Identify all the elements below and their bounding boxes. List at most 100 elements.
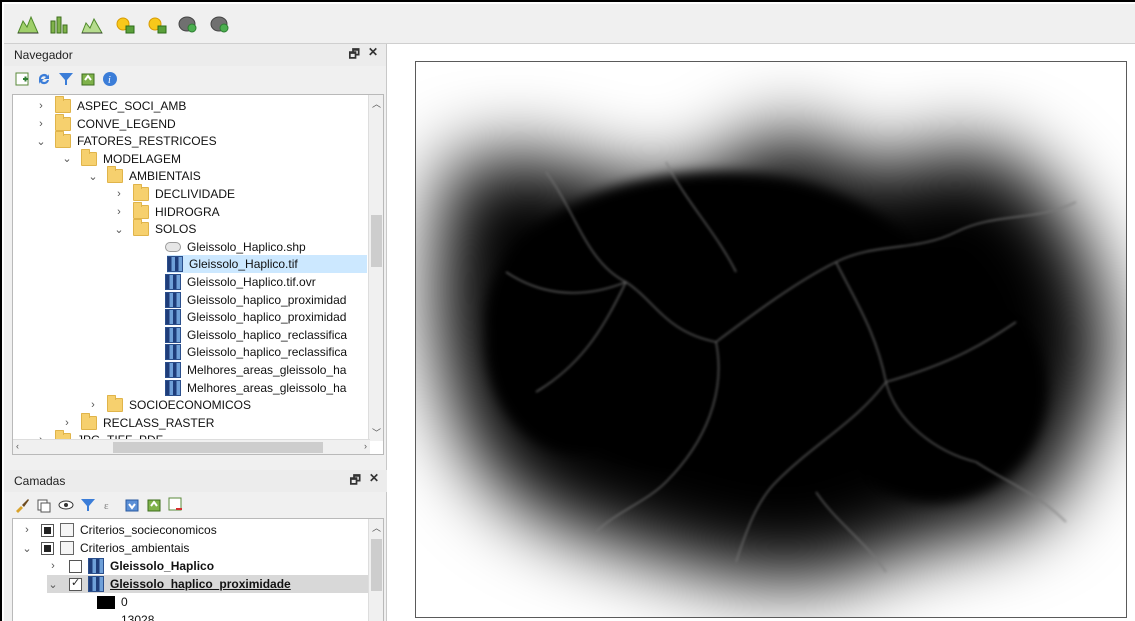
map-frame[interactable] (415, 61, 1127, 618)
collapsed-arrow-icon[interactable]: › (47, 560, 59, 572)
info-icon[interactable]: i (102, 71, 118, 87)
gear-cloud-icon[interactable] (174, 10, 202, 38)
collapsed-arrow-icon[interactable]: › (35, 100, 47, 112)
float-panel-button[interactable]: 🗗 (349, 45, 360, 66)
raster-layer-icon (88, 558, 104, 574)
expanded-arrow-icon[interactable]: ⌄ (47, 578, 59, 591)
browser-item[interactable]: Gleissolo_Haplico.shp (139, 238, 306, 256)
browser-item[interactable]: Gleissolo_haplico_reclassifica (139, 326, 347, 344)
layer-group-icon (60, 523, 74, 537)
browser-item-label: CONVE_LEGEND (77, 116, 176, 131)
legend-min-value: 0 (121, 595, 128, 609)
collapse-all-icon[interactable] (146, 497, 162, 513)
layer-checkbox[interactable] (69, 559, 82, 573)
browser-item[interactable]: › ASPEC_SOCI_AMB (35, 96, 187, 115)
browser-item[interactable]: › CONVE_LEGEND (35, 113, 176, 133)
folder-icon (55, 131, 71, 149)
expanded-arrow-icon[interactable]: ⌄ (113, 223, 125, 236)
expand-all-icon[interactable] (124, 497, 140, 513)
add-layer-icon[interactable] (14, 71, 30, 87)
expression-filter-icon[interactable]: ε (102, 497, 118, 513)
collapsed-arrow-icon[interactable]: › (113, 206, 125, 218)
layer-checkbox[interactable] (69, 576, 82, 591)
refresh-icon[interactable] (36, 71, 52, 87)
layers-vertical-scrollbar[interactable]: ︿ (368, 519, 383, 621)
proximity-raster-image (416, 62, 1126, 617)
folder-icon (133, 201, 149, 219)
collapse-all-icon[interactable] (80, 71, 96, 87)
sun-settings-2-icon[interactable] (142, 10, 170, 38)
gear-cloud-2-icon[interactable] (206, 10, 234, 38)
close-panel-button[interactable]: ✕ (368, 45, 378, 66)
browser-item[interactable]: › RECLASS_RASTER (61, 412, 214, 432)
map-canvas[interactable] (389, 44, 1135, 621)
browser-item[interactable]: Melhores_areas_gleissolo_ha (139, 379, 346, 397)
collapsed-arrow-icon[interactable]: › (87, 399, 99, 411)
remove-layer-icon[interactable] (168, 497, 184, 513)
layer-checkbox[interactable] (41, 541, 54, 555)
sun-settings-icon[interactable] (110, 10, 138, 38)
layer-gleissolo-proximidade[interactable]: ⌄ Gleissolo_haplico_proximidade (47, 575, 369, 593)
svg-text:ε: ε (104, 500, 109, 512)
browser-item-label: AMBIENTAIS (129, 169, 201, 184)
left-dock: Navegador 🗗 ✕ i › ASPEC_SOCI_AMB › CONVE_LE… (4, 44, 387, 621)
browser-item-label: Melhores_areas_gleissolo_ha (187, 380, 347, 395)
browser-item[interactable]: Gleissolo_Haplico.tif (167, 255, 367, 274)
browser-tree[interactable]: › ASPEC_SOCI_AMB › CONVE_LEGEND ⌄ FATORES_RES… (12, 94, 384, 455)
layer-group-ambientais[interactable]: ⌄ Criterios_ambientais (21, 539, 189, 557)
raster-file-icon (167, 256, 183, 273)
collapsed-arrow-icon[interactable]: › (61, 417, 73, 429)
browser-panel-title: Navegador (14, 48, 73, 62)
app-window: Navegador 🗗 ✕ i › ASPEC_SOCI_AMB › CONVE_LE… (0, 0, 1135, 621)
browser-vertical-scrollbar[interactable]: ︿ ﹀ (368, 95, 383, 441)
browser-item[interactable]: › SOCIOECONOMICOS (87, 395, 251, 414)
browser-item[interactable]: ⌄ SOLOS (113, 219, 196, 238)
browser-item[interactable]: Gleissolo_Haplico.tif.ovr (139, 273, 316, 291)
layer-group-socioeconomicos[interactable]: › Criterios_socieconomicos (21, 521, 217, 539)
style-brush-icon[interactable] (14, 497, 30, 513)
collapsed-arrow-icon[interactable]: › (35, 118, 47, 130)
expanded-arrow-icon[interactable]: ⌄ (87, 170, 99, 183)
browser-item-label: Gleissolo_haplico_reclassifica (187, 345, 348, 360)
layer-checkbox[interactable] (41, 523, 54, 537)
raster-file-icon (165, 344, 181, 361)
filter-icon[interactable] (58, 71, 74, 87)
browser-item[interactable]: Gleissolo_haplico_proximidad (139, 308, 346, 326)
expanded-arrow-icon[interactable]: ⌄ (35, 135, 47, 148)
browser-item[interactable]: Melhores_areas_gleissolo_ha (139, 361, 346, 379)
browser-item-label: Gleissolo_Haplico.tif (189, 257, 298, 272)
layer-group-icon (60, 541, 74, 555)
browser-item[interactable]: ⌄ AMBIENTAIS (87, 166, 201, 185)
visibility-eye-icon[interactable] (58, 497, 74, 513)
raster-file-icon (165, 326, 181, 343)
layer-gleissolo-haplico[interactable]: › Gleissolo_Haplico (47, 557, 214, 575)
layers-tree[interactable]: › Criterios_socieconomicos ⌄ Criterios_a… (12, 518, 384, 621)
browser-item-label: FATORES_RESTRICOES (77, 134, 217, 149)
legend-entry-max: 13028 (97, 611, 154, 621)
legend-black-swatch (97, 595, 115, 609)
folder-icon (55, 96, 71, 113)
browser-item[interactable]: Gleissolo_haplico_reclassifica (139, 343, 347, 361)
filter-legend-icon[interactable] (80, 497, 96, 513)
expanded-arrow-icon[interactable]: ⌄ (61, 152, 73, 165)
browser-item[interactable]: ⌄ FATORES_RESTRICOES (35, 131, 217, 150)
browser-item[interactable]: › HIDROGRA (113, 201, 220, 221)
profile-chart-2-icon[interactable] (78, 10, 106, 38)
browser-item-label: Gleissolo_haplico_proximidad (187, 292, 347, 307)
collapsed-arrow-icon[interactable]: › (21, 524, 33, 536)
profile-chart-icon[interactable] (14, 10, 42, 38)
expanded-arrow-icon[interactable]: ⌄ (21, 542, 33, 555)
browser-horizontal-scrollbar[interactable]: ‹ › (13, 439, 370, 454)
add-group-icon[interactable] (36, 497, 52, 513)
raster-file-icon (165, 274, 181, 290)
float-panel-button[interactable]: 🗗 (350, 471, 361, 492)
legend-max-value: 13028 (121, 613, 155, 621)
layer-label: Gleissolo_haplico_proximidade (110, 577, 291, 591)
histogram-icon[interactable] (46, 10, 74, 38)
browser-item[interactable]: ⌄ MODELAGEM (61, 148, 181, 168)
close-panel-button[interactable]: ✕ (369, 471, 379, 492)
collapsed-arrow-icon[interactable]: › (113, 188, 125, 200)
browser-item[interactable]: › DECLIVIDADE (113, 184, 235, 203)
browser-item[interactable]: Gleissolo_haplico_proximidad (139, 291, 346, 309)
browser-item-label: ASPEC_SOCI_AMB (77, 99, 187, 113)
